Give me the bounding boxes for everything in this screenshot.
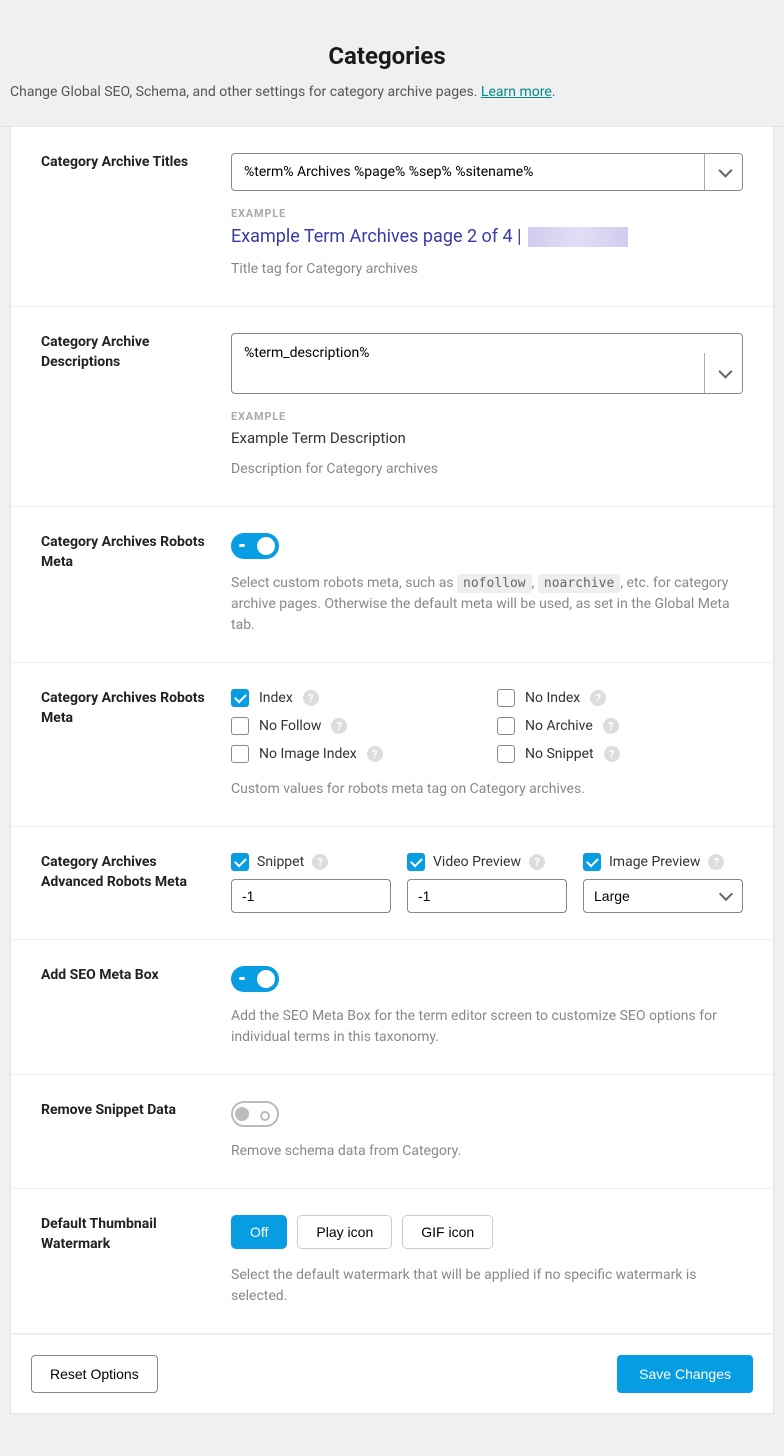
archive-titles-input-group (231, 153, 743, 191)
page-header: Categories Change Global SEO, Schema, an… (0, 0, 784, 127)
field-description: Custom values for robots meta tag on Cat… (231, 779, 743, 800)
field-label: Category Archives Robots Meta (41, 533, 211, 572)
watermark-option-button[interactable]: GIF icon (402, 1215, 493, 1249)
field-description: Description for Category archives (231, 459, 743, 480)
help-icon[interactable]: ? (303, 690, 319, 706)
adv-robots-col: Video Preview? (407, 853, 567, 913)
blurred-sitename (528, 227, 628, 247)
checkbox-item: No Image Index? (231, 745, 477, 763)
help-icon[interactable]: ? (590, 690, 606, 706)
checkbox-label: No Image Index (259, 746, 357, 762)
field-label: Category Archive Titles (41, 153, 211, 173)
help-icon[interactable]: ? (603, 718, 619, 734)
checkbox-item: Index? (231, 689, 477, 707)
checkbox[interactable] (231, 689, 249, 707)
checkbox-item: No Snippet? (497, 745, 743, 763)
field-archive-descriptions: Category Archive Descriptions %term_desc… (11, 307, 773, 507)
page-title: Categories (10, 42, 764, 70)
archive-descriptions-input[interactable]: %term_description% (232, 334, 704, 393)
page-subtitle: Change Global SEO, Schema, and other set… (10, 84, 764, 100)
variables-dropdown-button[interactable] (704, 154, 742, 190)
field-robots-meta-toggle: Category Archives Robots Meta Select cus… (11, 507, 773, 663)
checkbox[interactable] (497, 689, 515, 707)
example-text: Example Term Description (231, 429, 743, 447)
checkbox-label: No Index (525, 690, 580, 706)
checkbox-item: No Index? (497, 689, 743, 707)
checkbox[interactable] (231, 853, 249, 871)
watermark-option-button[interactable]: Play icon (297, 1215, 392, 1249)
checkbox-label: Video Preview (433, 854, 521, 870)
archive-titles-input[interactable] (232, 154, 704, 190)
checkbox-label: Snippet (257, 854, 304, 870)
checkbox-label: No Snippet (525, 746, 594, 762)
checkbox[interactable] (497, 717, 515, 735)
help-icon[interactable]: ? (367, 746, 383, 762)
checkbox-item: No Archive? (497, 717, 743, 735)
help-icon[interactable]: ? (708, 854, 724, 870)
save-changes-button[interactable]: Save Changes (617, 1355, 753, 1393)
help-icon[interactable]: ? (604, 746, 620, 762)
help-icon[interactable]: ? (312, 854, 328, 870)
checkbox[interactable] (231, 745, 249, 763)
image-preview-select[interactable]: Large (583, 879, 743, 913)
checkbox[interactable] (231, 717, 249, 735)
example-label: EXAMPLE (231, 410, 743, 423)
field-seo-meta-box: Add SEO Meta Box Add the SEO Meta Box fo… (11, 940, 773, 1075)
field-description: Add the SEO Meta Box for the term editor… (231, 1006, 743, 1048)
field-remove-snippet: Remove Snippet Data Remove schema data f… (11, 1075, 773, 1189)
checkbox[interactable] (583, 853, 601, 871)
checkbox[interactable] (407, 853, 425, 871)
checkbox-label: Index (259, 690, 293, 706)
settings-panel: Category Archive Titles EXAMPLE Example … (10, 127, 774, 1414)
reset-options-button[interactable]: Reset Options (31, 1355, 158, 1393)
field-description: Select custom robots meta, such as nofol… (231, 573, 743, 636)
checkbox-item: No Follow? (231, 717, 477, 735)
help-icon[interactable]: ? (529, 854, 545, 870)
example-label: EXAMPLE (231, 207, 743, 220)
learn-more-link[interactable]: Learn more (481, 84, 552, 100)
adv-robots-input[interactable] (407, 879, 567, 913)
chevron-down-icon (718, 365, 732, 379)
checkbox-label: Image Preview (609, 854, 700, 870)
field-watermark: Default Thumbnail Watermark Off Play icon… (11, 1189, 773, 1334)
field-description: Title tag for Category archives (231, 259, 743, 280)
field-description: Remove schema data from Category. (231, 1141, 743, 1162)
archive-descriptions-input-group: %term_description% (231, 333, 743, 394)
watermark-option-button[interactable]: Off (231, 1215, 287, 1249)
adv-robots-col: Image Preview? Large (583, 853, 743, 913)
field-advanced-robots: Category Archives Advanced Robots Meta S… (11, 827, 773, 940)
variables-dropdown-button[interactable] (704, 353, 742, 393)
field-label: Category Archives Advanced Robots Meta (41, 853, 211, 892)
example-preview: Example Term Archives page 2 of 4 | (231, 226, 743, 247)
checkbox-label: No Archive (525, 718, 593, 734)
field-label: Add SEO Meta Box (41, 966, 211, 986)
chevron-down-icon (718, 164, 732, 178)
field-archive-titles: Category Archive Titles EXAMPLE Example … (11, 127, 773, 307)
field-label: Category Archives Robots Meta (41, 689, 211, 728)
field-label: Category Archive Descriptions (41, 333, 211, 372)
adv-robots-input[interactable] (231, 879, 391, 913)
remove-snippet-toggle[interactable] (231, 1101, 279, 1127)
adv-robots-col: Snippet? (231, 853, 391, 913)
footer-bar: Reset Options Save Changes (11, 1334, 773, 1413)
robots-meta-toggle[interactable] (231, 533, 279, 559)
help-icon[interactable]: ? (331, 718, 347, 734)
checkbox-label: No Follow (259, 718, 321, 734)
field-robots-checkboxes: Category Archives Robots Meta Index?No I… (11, 663, 773, 827)
field-label: Default Thumbnail Watermark (41, 1215, 211, 1254)
seo-meta-box-toggle[interactable] (231, 966, 279, 992)
field-label: Remove Snippet Data (41, 1101, 211, 1121)
checkbox[interactable] (497, 745, 515, 763)
field-description: Select the default watermark that will b… (231, 1265, 743, 1307)
